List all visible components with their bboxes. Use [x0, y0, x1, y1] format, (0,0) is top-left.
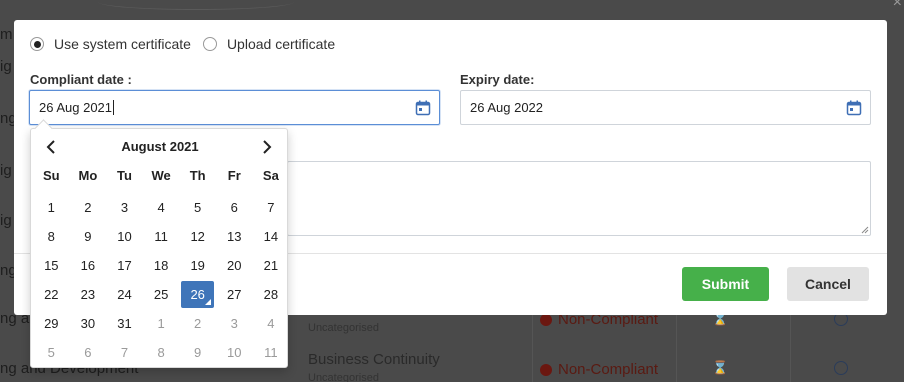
datepicker-day-other-month[interactable]: 9: [179, 338, 216, 367]
upload-certificate-option[interactable]: Upload certificate: [202, 36, 335, 52]
datepicker-day-other-month[interactable]: 3: [216, 309, 253, 338]
column-divider: [676, 315, 677, 382]
datepicker-day[interactable]: 31: [106, 309, 143, 338]
close-icon[interactable]: ×: [893, 0, 902, 12]
datepicker-grid: Su Mo Tu We Th Fr Sa 1 2 3 4 5 6 7 8 9 10 11 12 13 14 15 16 17 1…: [33, 164, 289, 367]
datepicker-day[interactable]: 29: [33, 309, 70, 338]
background-arc: [98, 0, 294, 10]
datepicker-day[interactable]: 14: [253, 222, 290, 251]
datepicker-day[interactable]: 16: [70, 251, 107, 280]
datepicker-day[interactable]: 10: [106, 222, 143, 251]
datepicker-day[interactable]: 6: [216, 193, 253, 222]
weekday-header: Su: [42, 168, 60, 183]
expiry-date-label: Expiry date:: [460, 72, 535, 87]
datepicker-day[interactable]: 23: [70, 280, 107, 309]
datepicker-day-other-month[interactable]: 4: [253, 309, 290, 338]
datepicker-day[interactable]: 28: [253, 280, 290, 309]
datepicker-day-other-month[interactable]: 8: [143, 338, 180, 367]
datepicker-day[interactable]: 11: [143, 222, 180, 251]
hourglass-icon: ⌛: [712, 360, 729, 375]
datepicker-day[interactable]: 2: [70, 193, 107, 222]
status-dot-icon: [540, 313, 552, 326]
datepicker-day[interactable]: 20: [216, 251, 253, 280]
datepicker-day[interactable]: 5: [179, 193, 216, 222]
datepicker-day-other-month[interactable]: 10: [216, 338, 253, 367]
datepicker-month-label[interactable]: August 2021: [31, 137, 289, 157]
resize-handle-icon[interactable]: [861, 226, 869, 234]
datepicker-day-other-month[interactable]: 11: [253, 338, 290, 367]
datepicker-day-other-month[interactable]: 7: [106, 338, 143, 367]
background-row-title: Business Continuity: [308, 351, 440, 368]
weekday-header: Tu: [117, 168, 132, 183]
datepicker-day[interactable]: 30: [70, 309, 107, 338]
expiry-date-input[interactable]: 26 Aug 2022: [460, 90, 871, 125]
datepicker-day[interactable]: 13: [216, 222, 253, 251]
datepicker-day[interactable]: 17: [106, 251, 143, 280]
datepicker-day[interactable]: 3: [106, 193, 143, 222]
action-circle-icon[interactable]: [834, 361, 848, 375]
datepicker-day[interactable]: 18: [143, 251, 180, 280]
datepicker-day-other-month[interactable]: 5: [33, 338, 70, 367]
datepicker-day[interactable]: 25: [143, 280, 180, 309]
datepicker-day[interactable]: 15: [33, 251, 70, 280]
notes-textarea[interactable]: [287, 161, 871, 236]
certificate-source-radios: Use system certificate Upload certificat…: [30, 36, 347, 52]
datepicker-day[interactable]: 24: [106, 280, 143, 309]
use-system-certificate-option[interactable]: Use system certificate: [30, 36, 191, 52]
datepicker-day[interactable]: 22: [33, 280, 70, 309]
calendar-icon[interactable]: [846, 100, 862, 116]
cancel-button[interactable]: Cancel: [787, 267, 869, 301]
status-badge: Non-Compliant: [540, 361, 658, 378]
datepicker-day[interactable]: 8: [33, 222, 70, 251]
submit-button[interactable]: Submit: [682, 267, 769, 301]
background-row-subtitle: Uncategorised: [308, 322, 379, 334]
datepicker-day-other-month[interactable]: 1: [143, 309, 180, 338]
column-divider: [532, 315, 533, 382]
datepicker-day-other-month[interactable]: 2: [179, 309, 216, 338]
chevron-right-icon[interactable]: [258, 138, 276, 156]
weekday-header: Sa: [262, 168, 279, 183]
datepicker-popup: August 2021 Su Mo Tu We Th Fr Sa 1 2 3 4 5 6 7 8 9 10 11 1…: [30, 128, 288, 368]
radio-checked[interactable]: [30, 37, 44, 51]
datepicker-day[interactable]: 4: [143, 193, 180, 222]
calendar-icon[interactable]: [415, 100, 431, 116]
datepicker-day[interactable]: 9: [70, 222, 107, 251]
weekday-header: We: [151, 168, 171, 183]
datepicker-day[interactable]: 1: [33, 193, 70, 222]
datepicker-day[interactable]: 19: [179, 251, 216, 280]
weekday-header: Th: [189, 168, 206, 183]
radio-unchecked[interactable]: [202, 37, 217, 51]
datepicker-day[interactable]: 27: [216, 280, 253, 309]
background-text: m: [0, 26, 13, 43]
datepicker-day[interactable]: 12: [179, 222, 216, 251]
datepicker-day[interactable]: 7: [253, 193, 290, 222]
column-divider: [790, 315, 791, 382]
status-dot-icon: [540, 363, 552, 376]
background-row-subtitle: Uncategorised: [308, 372, 379, 382]
compliant-date-label: Compliant date :: [30, 72, 132, 87]
weekday-header: Fr: [227, 168, 241, 183]
compliant-date-input[interactable]: 26 Aug 2021: [29, 90, 440, 125]
datepicker-day[interactable]: 21: [253, 251, 290, 280]
weekday-header: Mo: [78, 168, 98, 183]
datepicker-day-selected[interactable]: 26: [181, 281, 214, 308]
datepicker-day-other-month[interactable]: 6: [70, 338, 107, 367]
text-caret: [113, 100, 115, 115]
